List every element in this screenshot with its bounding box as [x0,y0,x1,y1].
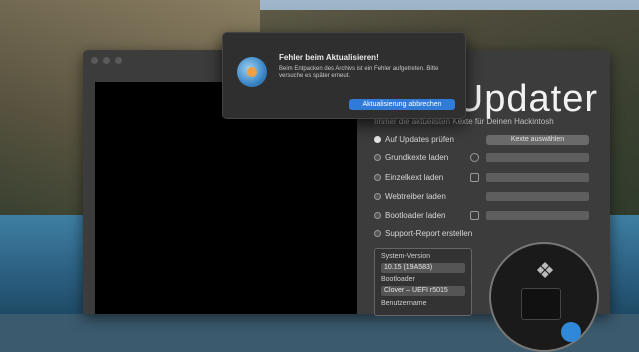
bootloader-value: Clover – UEFI r5015 [381,286,465,296]
alert-message: Beim Entpacken des Archivs ist ein Fehle… [279,66,439,79]
base-kexts-field[interactable] [486,153,589,162]
web-driver-field[interactable] [486,192,589,201]
radio-icon[interactable] [374,230,381,237]
minimize-button[interactable] [103,56,110,64]
radio-icon[interactable] [374,174,381,181]
calendar-icon[interactable] [470,173,479,182]
radio-icon[interactable] [374,193,381,200]
close-button[interactable] [91,56,98,64]
option-support-report[interactable]: Support-Report erstellen [374,229,472,238]
app-icon [237,57,267,87]
system-version-label: System-Version [381,253,431,260]
username-label: Benutzername [381,300,427,307]
option-label: Bootloader laden [385,211,446,220]
bootloader-field[interactable] [486,211,589,220]
abort-update-button[interactable]: Aktualisierung abbrechen [349,99,455,110]
hackintosh-badge-logo: ❖ [489,242,599,352]
single-kext-field[interactable] [486,173,589,182]
eagle-icon: ❖ [535,258,555,283]
kext-box-icon [521,288,561,320]
option-single-kext[interactable]: Einzelkext laden [374,173,443,182]
option-label: Auf Updates prüfen [385,135,454,144]
system-info-box: System-Version 10.15 (19A583) Bootloader… [374,248,472,316]
info-icon[interactable] [470,153,479,162]
system-version-value: 10.15 (19A583) [381,263,465,273]
option-label: Webtreiber laden [385,192,446,201]
calendar-icon[interactable] [470,211,479,220]
option-label: Grundkexte laden [385,153,449,162]
error-alert-dialog: Fehler beim Aktualisieren! Beim Entpacke… [222,32,466,119]
option-bootloader[interactable]: Bootloader laden [374,211,446,220]
radio-icon[interactable] [374,154,381,161]
radio-icon[interactable] [374,212,381,219]
app-logo-text: Updater [455,78,598,120]
download-icon [561,322,581,342]
option-label: Einzelkext laden [385,173,444,182]
option-label: Support-Report erstellen [385,229,473,238]
option-base-kexts[interactable]: Grundkexte laden [374,153,448,162]
option-check-updates[interactable]: Auf Updates prüfen [374,135,454,144]
option-web-driver[interactable]: Webtreiber laden [374,192,446,201]
select-kexts-button[interactable]: Kexte auswählen [486,135,589,145]
zoom-button[interactable] [115,56,122,64]
alert-title: Fehler beim Aktualisieren! [279,53,379,62]
radio-icon[interactable] [374,136,381,143]
bootloader-label: Bootloader [381,276,415,283]
